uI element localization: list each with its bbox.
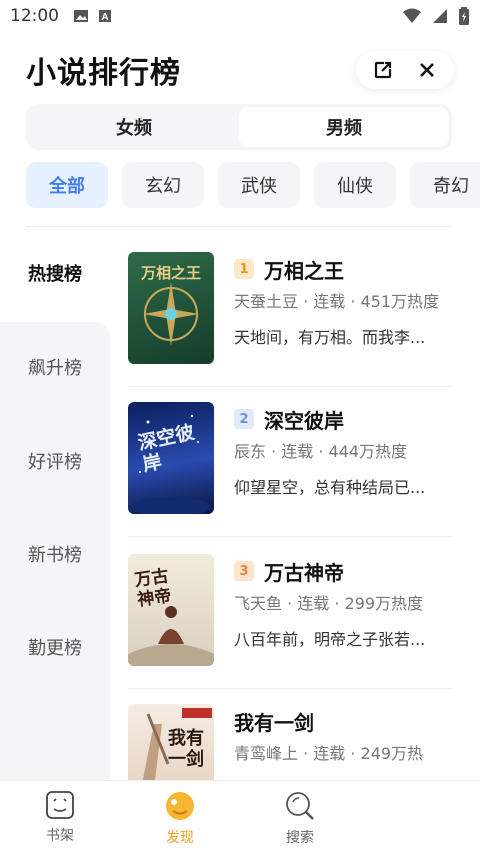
signal-icon	[433, 9, 447, 23]
nav-label: 搜索	[286, 830, 314, 846]
book-title: 深空彼岸	[264, 408, 344, 433]
book-info: 1 万相之王 天蚕土豆 · 连载 · 451万热度 天地间，有万相。而我李...	[234, 252, 452, 402]
cover-title: 我有一剑	[168, 728, 204, 770]
cover-title: 万相之王	[140, 264, 201, 282]
share-button[interactable]	[372, 59, 394, 81]
svg-text:A: A	[101, 12, 108, 23]
list-separator	[128, 386, 452, 387]
category-chip-all[interactable]: 全部	[26, 162, 108, 208]
nav-item-bookshelf[interactable]: 书架	[20, 789, 100, 845]
page-title: 小说排行榜	[26, 56, 181, 91]
book-meta: 青鸾峰上 · 连载 · 249万热	[234, 744, 424, 763]
nav-item-search[interactable]: 搜索	[260, 789, 340, 847]
ranking-side-menu: 热搜榜 飙升榜 好评榜 新书榜 勤更榜	[0, 226, 110, 792]
image-icon	[74, 10, 88, 22]
nav-label: 发现	[166, 830, 194, 846]
category-chip-xianxia[interactable]: 仙侠	[314, 162, 396, 208]
close-icon	[420, 63, 434, 77]
wifi-icon	[403, 8, 421, 23]
nav-label: 书架	[46, 828, 74, 844]
side-item-frequent-update[interactable]: 勤更榜	[28, 634, 82, 660]
category-chip-qihuan[interactable]: 奇幻	[410, 162, 480, 208]
book-item[interactable]: 万相之王 1 万相之王 天蚕土豆 · 连载 · 451万热度 天地间，有万相。而…	[128, 252, 452, 402]
title-row: 小说排行榜	[26, 48, 454, 92]
title-actions	[356, 51, 454, 89]
bookshelf-icon	[46, 791, 74, 819]
book-description: 仰望星空，总有种结局已...	[234, 478, 426, 497]
book-title: 万相之王	[264, 258, 344, 283]
book-info: 3 万古神帝 飞天鱼 · 连载 · 299万热度 八百年前，明帝之子张若...	[234, 554, 452, 704]
share-icon	[374, 61, 392, 79]
book-item[interactable]: 万古神帝 3 万古神帝 飞天鱼 · 连载 · 299万热度 八百年前，明帝之子张…	[128, 554, 452, 704]
category-chip-wuxia[interactable]: 武侠	[218, 162, 300, 208]
rank-badge: 3	[234, 561, 254, 581]
book-title-row: 1 万相之王	[234, 252, 452, 286]
list-separator	[128, 536, 452, 537]
book-title: 万古神帝	[264, 560, 344, 585]
book-cover: 万古神帝	[128, 554, 214, 666]
nav-item-discover[interactable]: 发现	[140, 789, 220, 847]
book-title: 我有一剑	[234, 710, 314, 735]
book-description: 天地间，有万相。而我李...	[234, 328, 426, 347]
category-chip-xuanhuan[interactable]: 玄幻	[122, 162, 204, 208]
book-meta: 辰东 · 连载 · 444万热度	[234, 442, 408, 461]
text-a-icon: A	[99, 10, 111, 23]
gender-tabs: 女频 男频	[26, 104, 452, 150]
book-meta: 飞天鱼 · 连载 · 299万热度	[234, 594, 424, 613]
bottom-nav: 书架 发现 搜索	[0, 780, 480, 853]
cover-title: 万古神帝	[133, 566, 173, 611]
status-system-icons	[402, 7, 470, 25]
book-info: 2 深空彼岸 辰东 · 连载 · 444万热度 仰望星空，总有种结局已...	[234, 402, 452, 552]
battery-icon	[459, 7, 469, 25]
book-description: 八百年前，明帝之子张若...	[234, 630, 426, 649]
search-icon	[286, 792, 314, 820]
status-notification-icons: A	[73, 9, 113, 23]
book-item[interactable]: 深空彼岸 2 深空彼岸 辰东 · 连载 · 444万热度 仰望星空，总有种结局已…	[128, 402, 452, 552]
list-separator	[128, 688, 452, 689]
side-item-top-rated[interactable]: 好评榜	[28, 448, 82, 474]
discover-icon	[166, 792, 194, 820]
rank-badge: 2	[234, 409, 254, 429]
book-cover: 万相之王	[128, 252, 214, 364]
book-cover: 深空彼岸	[128, 402, 214, 514]
rank-badge: 1	[234, 259, 254, 279]
book-title-row: 2 深空彼岸	[234, 402, 452, 436]
side-item-new-books[interactable]: 新书榜	[28, 541, 82, 567]
status-bar: 12:00 A	[0, 0, 480, 32]
side-item-rising[interactable]: 飙升榜	[28, 354, 82, 380]
close-button[interactable]	[416, 59, 438, 81]
tab-male[interactable]: 男频	[239, 107, 449, 147]
book-meta: 天蚕土豆 · 连载 · 451万热度	[234, 292, 440, 311]
book-title-row: 我有一剑	[234, 704, 452, 738]
status-time: 12:00	[10, 6, 59, 26]
side-item-hot-search[interactable]: 热搜榜	[28, 260, 82, 286]
category-row: 全部 玄幻 武侠 仙侠 奇幻	[26, 162, 480, 208]
tab-female[interactable]: 女频	[29, 107, 239, 147]
book-title-row: 3 万古神帝	[234, 554, 452, 588]
